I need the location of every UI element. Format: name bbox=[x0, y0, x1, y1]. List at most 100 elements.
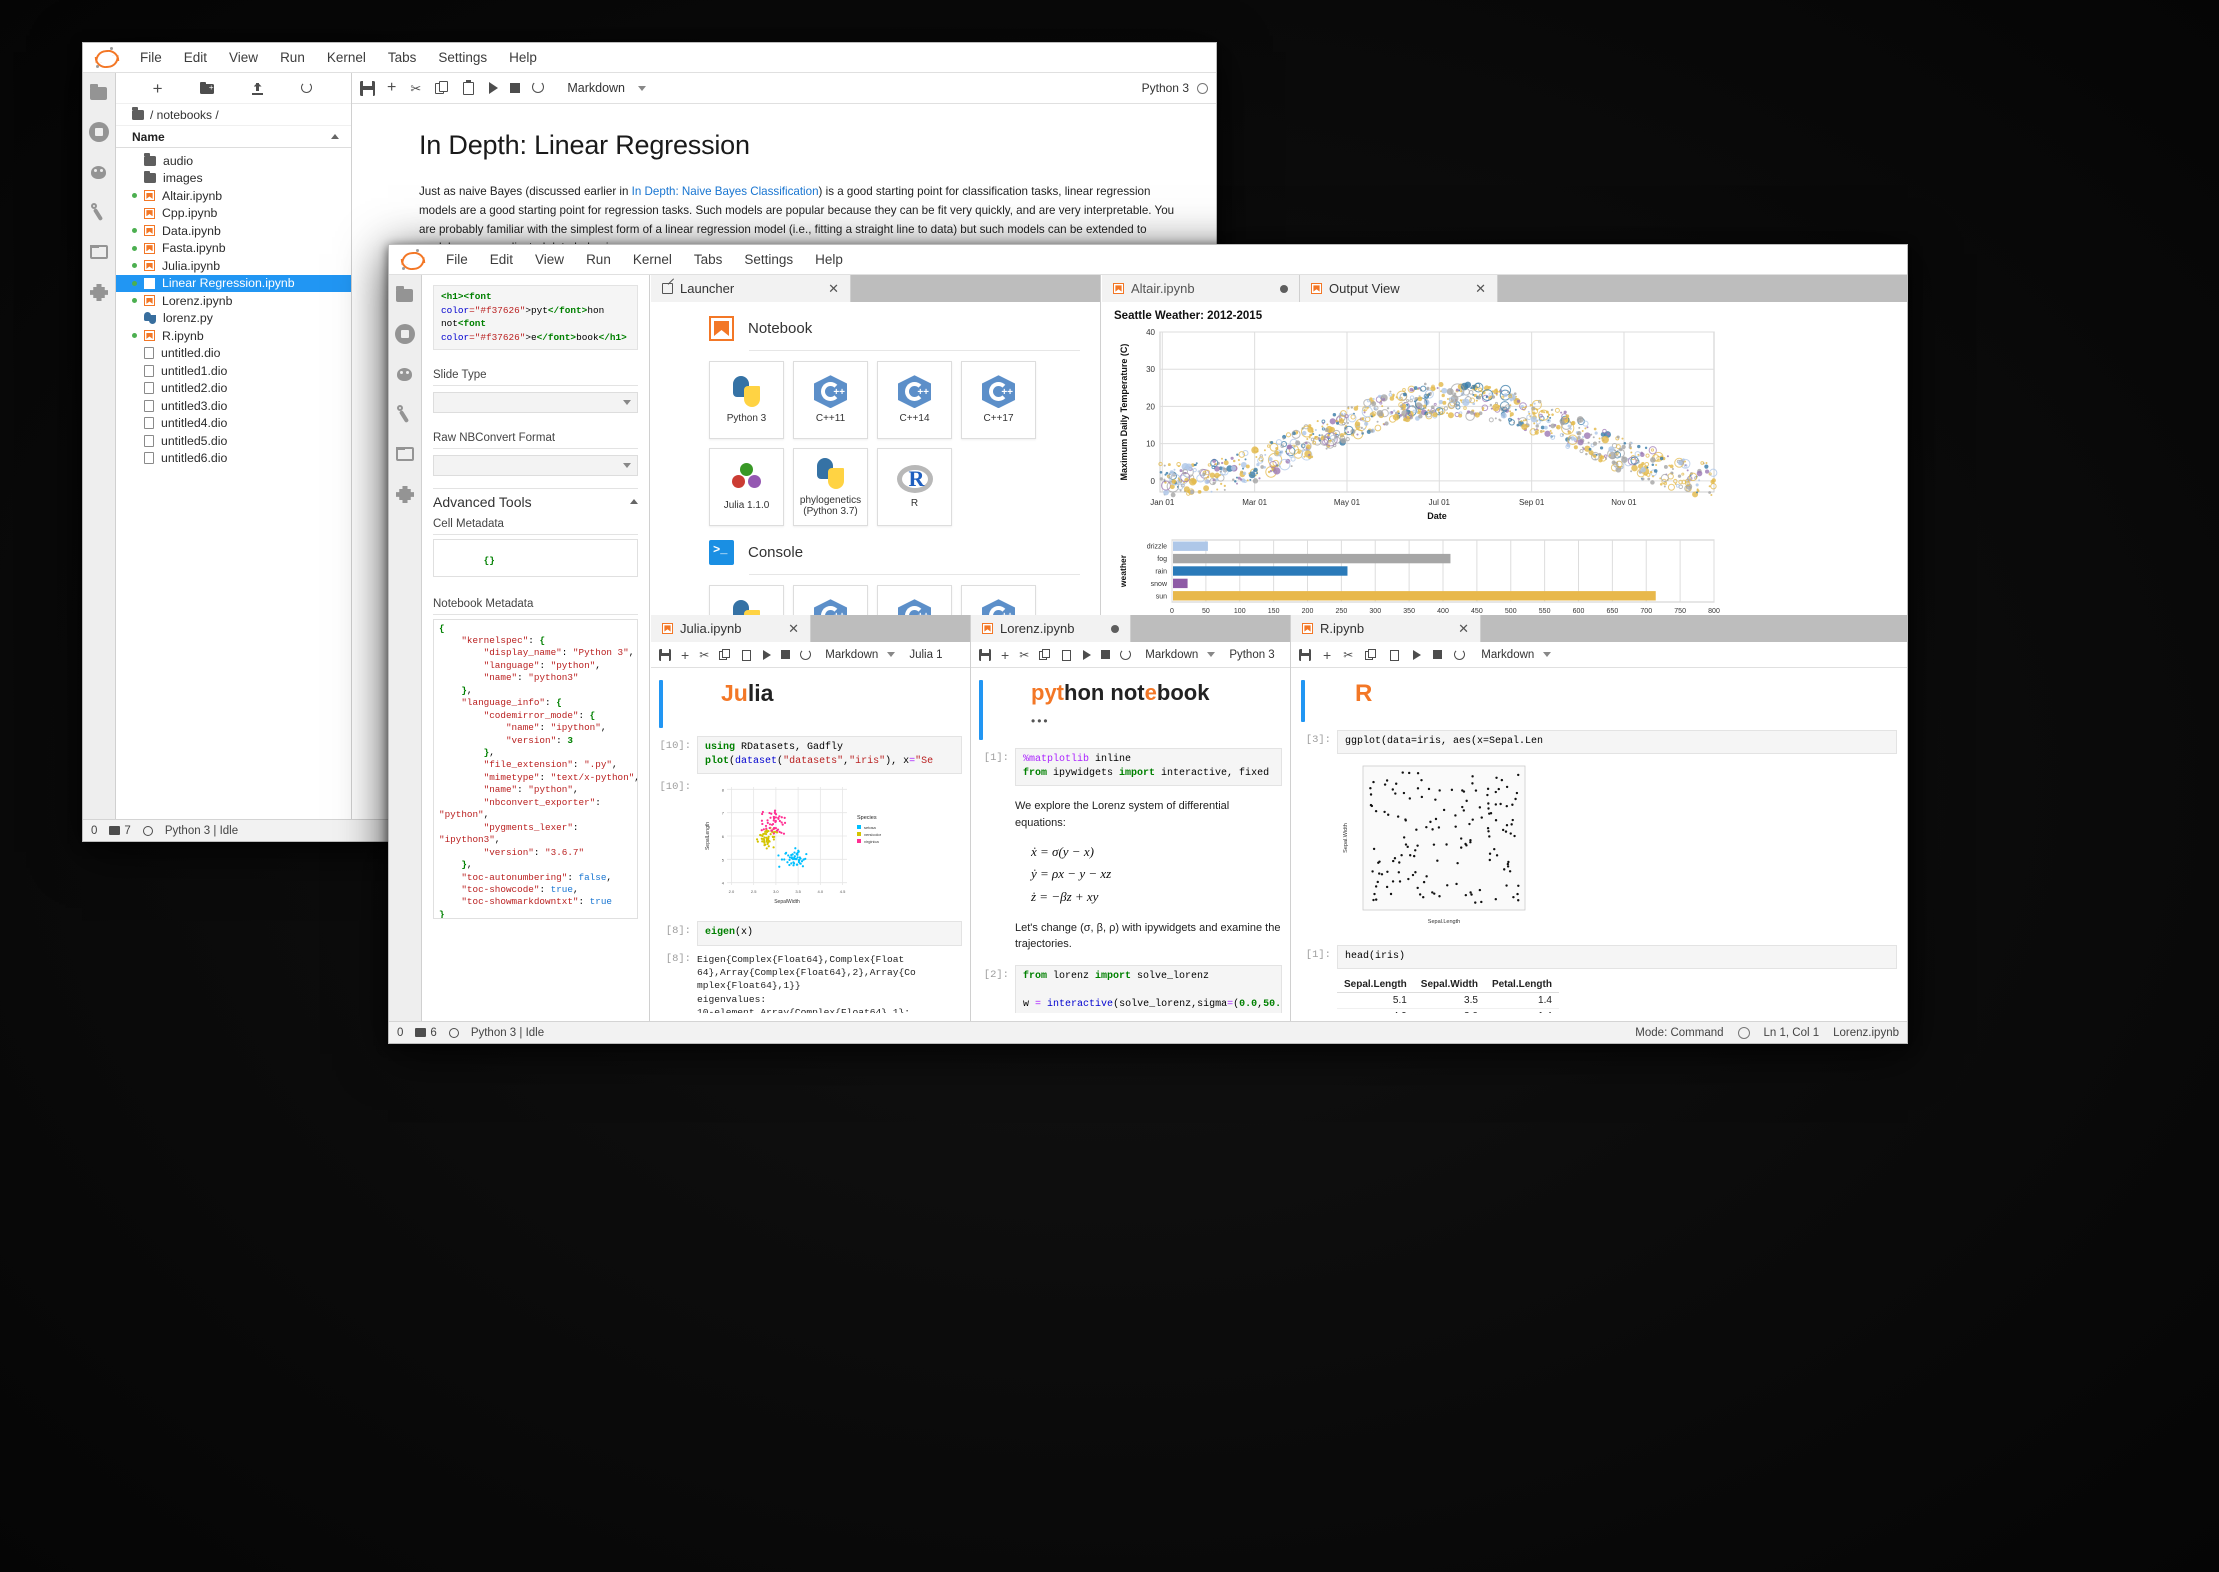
new-launcher-icon[interactable]: + bbox=[153, 80, 163, 97]
menu-help[interactable]: Help bbox=[804, 249, 854, 270]
paste-icon[interactable] bbox=[741, 649, 753, 661]
menu-settings[interactable]: Settings bbox=[427, 47, 498, 68]
tab-julia[interactable]: Julia.ipynb ✕ bbox=[651, 615, 811, 642]
julia-code-cell-2[interactable]: [8]: eigen(x) bbox=[659, 921, 962, 946]
menu-run[interactable]: Run bbox=[575, 249, 622, 270]
menu-file[interactable]: File bbox=[435, 249, 479, 270]
cell-type-dropdown[interactable]: Markdown bbox=[1145, 649, 1216, 661]
file-list-item[interactable]: lorenz.py bbox=[116, 310, 351, 328]
tab-output-view[interactable]: Output View ✕ bbox=[1300, 275, 1498, 302]
stop-icon[interactable] bbox=[1101, 650, 1111, 659]
status-terminal[interactable]: 6 bbox=[415, 1027, 437, 1039]
launcher-card[interactable]: Python 3 bbox=[709, 361, 784, 439]
r-code-cell-2[interactable]: [1]: head(iris) bbox=[1301, 945, 1897, 970]
file-list-item[interactable]: untitled6.dio bbox=[116, 450, 351, 468]
breadcrumb[interactable]: / notebooks / bbox=[116, 104, 351, 126]
launcher-card[interactable]: Julia 1.1.0 bbox=[709, 448, 784, 526]
property-inspector-icon[interactable] bbox=[394, 403, 416, 425]
menu-kernel[interactable]: Kernel bbox=[622, 249, 683, 270]
close-icon[interactable]: ✕ bbox=[1475, 282, 1486, 295]
launcher-card[interactable]: ++C++17 bbox=[961, 361, 1036, 439]
lorenz-code-cell-1[interactable]: [1]: %matplotlib inline from ipywidgets … bbox=[979, 748, 1282, 787]
tab-r[interactable]: R.ipynb ✕ bbox=[1291, 615, 1481, 642]
tab-launcher[interactable]: Launcher ✕ bbox=[651, 275, 851, 302]
cell-type-dropdown[interactable]: Markdown bbox=[567, 81, 647, 95]
commands-palette-icon[interactable] bbox=[88, 161, 110, 183]
menu-view[interactable]: View bbox=[218, 47, 269, 68]
tab-altair-notebook[interactable]: Altair.ipynb bbox=[1102, 275, 1300, 302]
close-icon[interactable]: ✕ bbox=[828, 282, 839, 295]
file-list-item[interactable]: R.ipynb bbox=[116, 327, 351, 345]
refresh-icon[interactable] bbox=[301, 81, 314, 95]
paste-icon[interactable] bbox=[462, 79, 477, 96]
paste-icon[interactable] bbox=[1389, 649, 1401, 661]
file-list-item[interactable]: Fasta.ipynb bbox=[116, 240, 351, 258]
julia-code-cell-1[interactable]: [10]: using RDatasets, Gadfly plot(datas… bbox=[659, 736, 962, 775]
menu-kernel[interactable]: Kernel bbox=[316, 47, 377, 68]
file-list[interactable]: audio images Altair.ipynb Cpp.ipynb Data.ipy… bbox=[116, 148, 351, 467]
running-sessions-icon[interactable] bbox=[394, 323, 416, 345]
menu-edit[interactable]: Edit bbox=[173, 47, 218, 68]
restart-kernel-icon[interactable] bbox=[532, 80, 547, 96]
menu-edit[interactable]: Edit bbox=[479, 249, 524, 270]
copy-icon[interactable] bbox=[1365, 648, 1377, 661]
launcher-card[interactable]: ++C++17 bbox=[961, 585, 1036, 615]
status-kernel-state[interactable]: Python 3 | Idle bbox=[165, 825, 238, 837]
restart-kernel-icon[interactable] bbox=[1120, 649, 1132, 660]
paste-icon[interactable] bbox=[1061, 649, 1073, 661]
close-icon[interactable]: ✕ bbox=[788, 622, 799, 635]
save-icon[interactable] bbox=[659, 648, 671, 661]
menu-run[interactable]: Run bbox=[269, 47, 316, 68]
menu-tabs[interactable]: Tabs bbox=[683, 249, 734, 270]
tabs-panel-icon[interactable] bbox=[394, 443, 416, 465]
save-icon[interactable] bbox=[979, 648, 991, 661]
copy-icon[interactable] bbox=[719, 648, 731, 661]
raw-nbconvert-select[interactable] bbox=[433, 454, 638, 476]
tabs-panel-icon[interactable] bbox=[88, 241, 110, 263]
run-icon[interactable] bbox=[763, 649, 772, 660]
file-list-item[interactable]: Altair.ipynb bbox=[116, 187, 351, 205]
cell-type-dropdown[interactable]: Markdown bbox=[1481, 649, 1552, 661]
insert-cell-icon[interactable]: + bbox=[681, 648, 689, 662]
julia-kernel-name[interactable]: Julia 1 bbox=[909, 649, 942, 661]
cut-icon[interactable]: ✂ bbox=[1343, 648, 1353, 662]
file-list-item[interactable]: Linear Regression.ipynb bbox=[116, 274, 351, 292]
file-list-item[interactable]: untitled4.dio bbox=[116, 415, 351, 433]
run-icon[interactable] bbox=[489, 82, 499, 94]
cell-metadata-editor[interactable]: {} bbox=[433, 538, 638, 577]
naive-bayes-link[interactable]: In Depth: Naive Bayes Classification bbox=[632, 185, 819, 198]
copy-icon[interactable] bbox=[435, 80, 450, 96]
upload-icon[interactable] bbox=[251, 82, 264, 95]
julia-notebook-content[interactable]: Julia [10]: using RDatasets, Gadfly plot… bbox=[651, 668, 970, 1013]
commands-palette-icon[interactable] bbox=[394, 363, 416, 385]
file-list-item[interactable]: Cpp.ipynb bbox=[116, 205, 351, 223]
file-list-item[interactable]: untitled5.dio bbox=[116, 432, 351, 450]
status-terminal[interactable]: 7 bbox=[109, 825, 131, 837]
file-list-item[interactable]: Lorenz.ipynb bbox=[116, 292, 351, 310]
launcher-card[interactable]: RR bbox=[877, 448, 952, 526]
status-kernels[interactable] bbox=[448, 1027, 459, 1038]
file-list-item[interactable]: untitled1.dio bbox=[116, 362, 351, 380]
file-list-item[interactable]: untitled3.dio bbox=[116, 397, 351, 415]
tab-lorenz[interactable]: Lorenz.ipynb bbox=[971, 615, 1131, 642]
restart-kernel-icon[interactable] bbox=[1454, 649, 1466, 660]
launcher-card[interactable]: ++ C++14 bbox=[877, 361, 952, 439]
menu-file[interactable]: File bbox=[129, 47, 173, 68]
new-folder-icon[interactable]: + bbox=[199, 82, 214, 94]
launcher-card[interactable]: ++C++11 bbox=[793, 361, 868, 439]
file-list-item[interactable]: audio bbox=[116, 152, 351, 170]
file-list-item[interactable]: untitled.dio bbox=[116, 345, 351, 363]
file-browser-icon[interactable] bbox=[88, 81, 110, 103]
file-browser-icon[interactable] bbox=[394, 283, 416, 305]
extension-manager-icon[interactable] bbox=[88, 281, 110, 303]
running-sessions-icon[interactable] bbox=[88, 121, 110, 143]
notebook-metadata-editor[interactable]: { "kernelspec": { "display_name": "Pytho… bbox=[433, 618, 638, 919]
cut-icon[interactable]: ✂ bbox=[408, 81, 423, 96]
r-code-cell-1[interactable]: [3]: ggplot(data=iris, aes(x=Sepal.Len bbox=[1301, 730, 1897, 755]
launcher-card[interactable]: ++C++11 bbox=[793, 585, 868, 615]
file-list-column-header[interactable]: Name bbox=[116, 126, 351, 148]
kernel-indicator[interactable]: Python 3 bbox=[1142, 81, 1208, 95]
restart-kernel-icon[interactable] bbox=[800, 649, 812, 660]
file-list-item[interactable]: images bbox=[116, 170, 351, 188]
status-kernels[interactable] bbox=[142, 825, 153, 836]
